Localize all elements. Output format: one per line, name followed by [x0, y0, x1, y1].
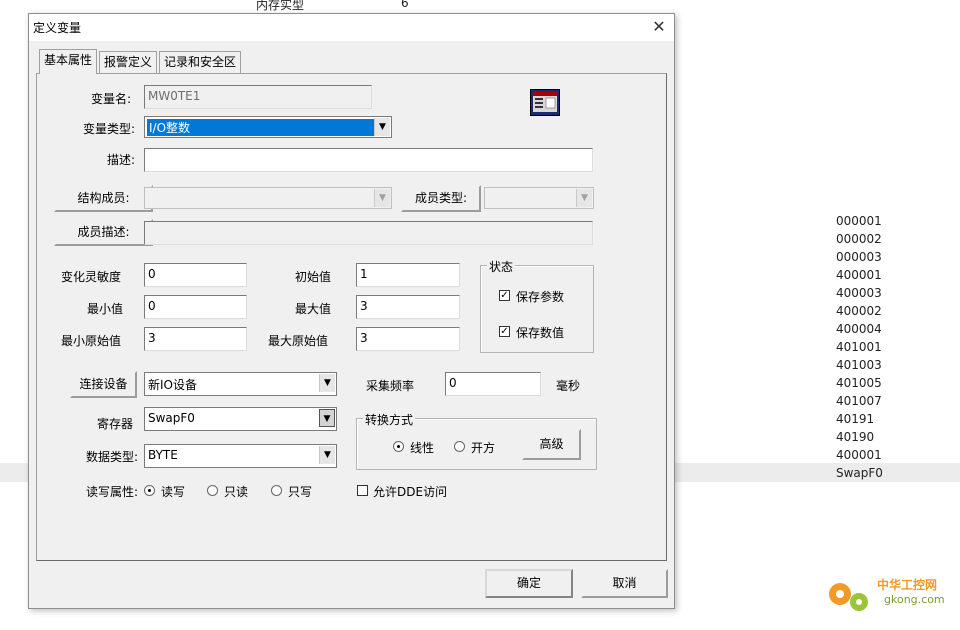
device-value: 新IO设备	[148, 378, 197, 392]
min-field[interactable]: 0	[144, 295, 247, 319]
linear-label: 线性	[410, 441, 435, 455]
save-params-label: 保存参数	[516, 290, 565, 304]
var-type-select[interactable]: I/O整数 ▼	[144, 116, 392, 138]
rw-readwrite-label: 读写	[161, 485, 186, 499]
define-variable-dialog: 定义变量 ✕ 基本属性 报警定义 记录和安全区 变量名: MW0TE1 变量类型…	[28, 13, 675, 609]
member-type-label: 成员类型:	[401, 185, 481, 212]
rw-label: 读写属性:	[86, 485, 139, 499]
min-label: 最小值	[87, 302, 124, 316]
bg-list-item: SwapF0	[836, 466, 883, 480]
sensitivity-field[interactable]: 0	[144, 263, 247, 287]
register-value: SwapF0	[148, 411, 195, 425]
chevron-down-icon[interactable]: ▼	[319, 374, 335, 392]
var-type-value: I/O整数	[147, 119, 375, 136]
struct-member-select: ▼	[144, 187, 392, 209]
close-icon[interactable]: ✕	[644, 14, 674, 41]
chevron-down-icon: ▼	[576, 189, 592, 207]
cancel-button[interactable]: 取消	[581, 569, 668, 598]
ok-button[interactable]: 确定	[485, 569, 573, 598]
max-raw-label: 最大原始值	[268, 334, 329, 348]
init-field[interactable]: 1	[356, 263, 460, 287]
rw-writeonly-label: 只写	[288, 485, 313, 499]
datatype-label: 数据类型:	[86, 450, 139, 464]
var-name-field[interactable]: MW0TE1	[144, 85, 372, 109]
save-params-checkbox[interactable]: ✓	[499, 290, 510, 301]
member-type-select: ▼	[484, 187, 594, 209]
dialog-title: 定义变量	[33, 21, 82, 35]
min-raw-field[interactable]: 3	[144, 327, 247, 351]
bg-list-item: 400002	[836, 304, 882, 318]
save-value-checkbox[interactable]: ✓	[499, 326, 510, 337]
sensitivity-label: 变化灵敏度	[61, 270, 122, 284]
title-bar: 定义变量 ✕	[29, 14, 674, 41]
tab-record-security[interactable]: 记录和安全区	[159, 51, 242, 73]
bg-list-item: 400004	[836, 322, 882, 336]
connect-device-button[interactable]: 连接设备	[70, 371, 137, 398]
init-label: 初始值	[295, 270, 332, 284]
linear-radio[interactable]	[393, 441, 404, 452]
chevron-down-icon[interactable]: ▼	[374, 118, 390, 136]
bg-top-value: 6	[401, 0, 409, 10]
bg-list-item: 000003	[836, 250, 882, 264]
bg-address-list: 000001 000002 000003 400001 400003 400002 4000…	[836, 212, 883, 482]
rw-readonly-label: 只读	[224, 485, 249, 499]
bg-list-item: 401003	[836, 358, 882, 372]
desc-label: 描述:	[107, 153, 136, 167]
bg-list-item: 400001	[836, 448, 882, 462]
description-field[interactable]	[144, 148, 593, 172]
bg-list-item: 40190	[836, 430, 875, 444]
state-group-caption: 状态	[487, 258, 516, 275]
struct-member-label: 结构成员:	[54, 185, 153, 212]
rw-writeonly-radio[interactable]	[271, 485, 282, 496]
var-type-label: 变量类型:	[83, 122, 136, 136]
datatype-select[interactable]: BYTE ▼	[144, 444, 337, 468]
tab-basic-props[interactable]: 基本属性	[39, 49, 98, 74]
bg-list-item: 401005	[836, 376, 882, 390]
chevron-down-icon[interactable]: ▼	[319, 409, 335, 427]
member-desc-label: 成员描述:	[54, 219, 153, 246]
save-value-label: 保存数值	[516, 326, 565, 340]
min-raw-label: 最小原始值	[61, 334, 122, 348]
bg-list-item: 401007	[836, 394, 882, 408]
sqrt-label: 开方	[471, 441, 496, 455]
var-name-label: 变量名:	[91, 92, 132, 106]
bg-list-item: 000001	[836, 214, 882, 228]
device-select[interactable]: 新IO设备 ▼	[144, 372, 337, 396]
max-raw-field[interactable]: 3	[356, 327, 460, 351]
bg-list-item: 40191	[836, 412, 875, 426]
bg-top-label: 内存实型	[256, 0, 305, 12]
variable-browser-icon[interactable]	[530, 89, 560, 116]
rw-readonly-radio[interactable]	[207, 485, 218, 496]
tab-alarm-def[interactable]: 报警定义	[99, 51, 158, 73]
rw-readwrite-radio[interactable]	[144, 485, 155, 496]
datatype-value: BYTE	[148, 448, 178, 462]
svg-text:gkong.com: gkong.com	[884, 593, 945, 606]
ms-label: 毫秒	[556, 379, 581, 393]
dde-label: 允许DDE访问	[373, 485, 448, 499]
max-label: 最大值	[295, 302, 332, 316]
bg-list-item: 400003	[836, 286, 882, 300]
chevron-down-icon[interactable]: ▼	[319, 446, 335, 464]
chevron-down-icon: ▼	[374, 189, 390, 207]
register-label: 寄存器	[97, 417, 134, 431]
bg-list-item: 400001	[836, 268, 882, 282]
sample-freq-field[interactable]: 0	[445, 372, 541, 396]
advanced-button[interactable]: 高级	[522, 429, 581, 460]
bg-list-item: 401001	[836, 340, 882, 354]
dde-checkbox[interactable]	[357, 485, 368, 496]
conversion-group-caption: 转换方式	[363, 411, 416, 428]
sqrt-radio[interactable]	[454, 441, 465, 452]
register-select[interactable]: SwapF0 ▼	[144, 407, 337, 431]
max-field[interactable]: 3	[356, 295, 460, 319]
member-desc-field	[144, 221, 593, 245]
sample-freq-label: 采集频率	[366, 379, 415, 393]
gkong-logo: 中华工控网 gkong.com	[829, 577, 945, 611]
bg-list-item: 000002	[836, 232, 882, 246]
svg-text:中华工控网: 中华工控网	[877, 577, 937, 592]
